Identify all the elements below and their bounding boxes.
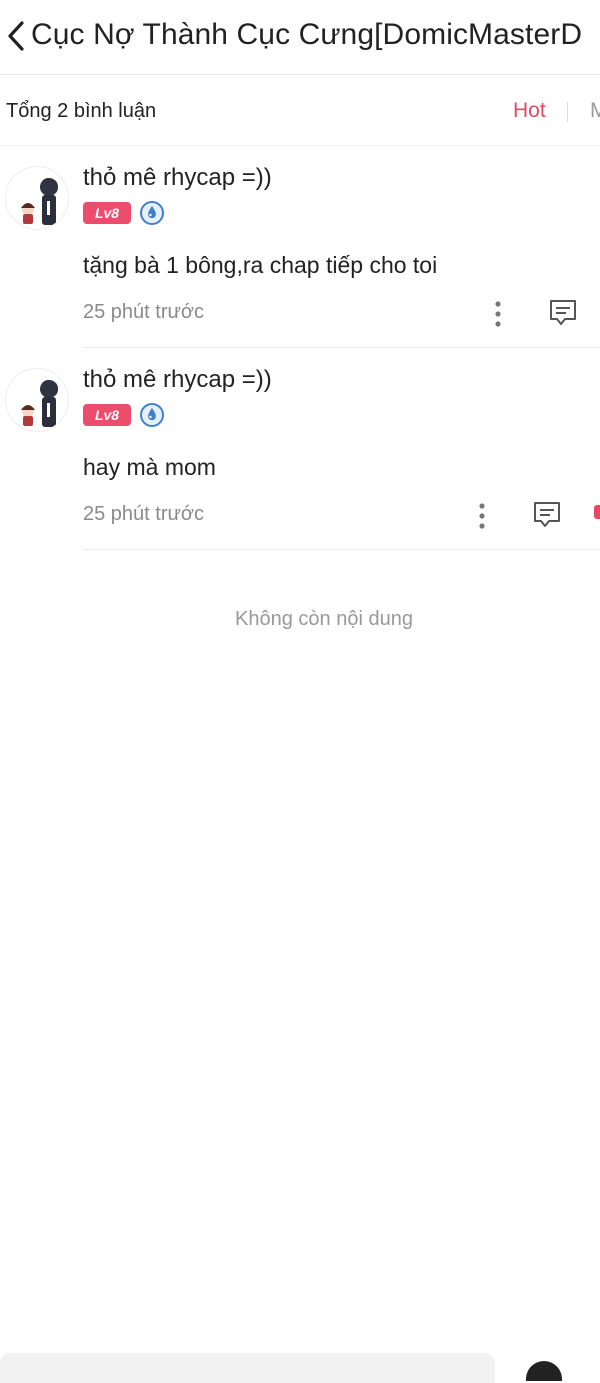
comment-username[interactable]: thỏ mê rhycap =)) (83, 164, 272, 192)
water-drop-rank-icon (140, 403, 164, 427)
avatar-image (21, 178, 58, 225)
comment-text: tặng bà 1 bông,ra chap tiếp cho toi (83, 252, 438, 278)
avatar-image (21, 380, 58, 427)
more-vertical-icon[interactable] (492, 300, 504, 328)
comment-item: thỏ mê rhycap =)) Lv8 tặng bà 1 bông,ra … (0, 146, 600, 348)
comment-item: thỏ mê rhycap =)) Lv8 hay mà mom 25 phút… (0, 348, 600, 550)
page-title: Cục Nợ Thành Cục Cưng[DomicMasterD (31, 18, 583, 51)
comment-summary-bar: Tổng 2 bình luận Hot M (0, 75, 600, 146)
sort-new-tab[interactable]: M (590, 99, 600, 123)
comment-timestamp: 25 phút trước (83, 301, 205, 323)
comment-reply-icon[interactable] (532, 500, 562, 530)
comment-divider (83, 549, 600, 550)
comment-text: hay mà mom (83, 454, 216, 480)
comment-username[interactable]: thỏ mê rhycap =)) (83, 366, 272, 394)
water-drop-rank-icon (140, 201, 164, 225)
comment-reply-icon[interactable] (548, 298, 578, 328)
avatar[interactable] (5, 166, 69, 230)
like-icon[interactable] (594, 505, 600, 519)
sort-divider (567, 102, 568, 122)
sort-hot-tab[interactable]: Hot (513, 99, 546, 123)
user-avatar-icon[interactable] (526, 1361, 562, 1381)
more-vertical-icon[interactable] (476, 502, 488, 530)
chevron-left-icon[interactable] (6, 20, 26, 52)
level-badge: Lv8 (83, 202, 131, 224)
no-more-content-label: Không còn nội dung (235, 608, 413, 630)
level-badge: Lv8 (83, 404, 131, 426)
app-header: Cục Nợ Thành Cục Cưng[DomicMasterD (0, 0, 600, 75)
comment-timestamp: 25 phút trước (83, 503, 205, 525)
avatar[interactable] (5, 368, 69, 432)
comment-input[interactable] (0, 1353, 495, 1383)
total-comments-label: Tổng 2 bình luận (6, 100, 157, 122)
